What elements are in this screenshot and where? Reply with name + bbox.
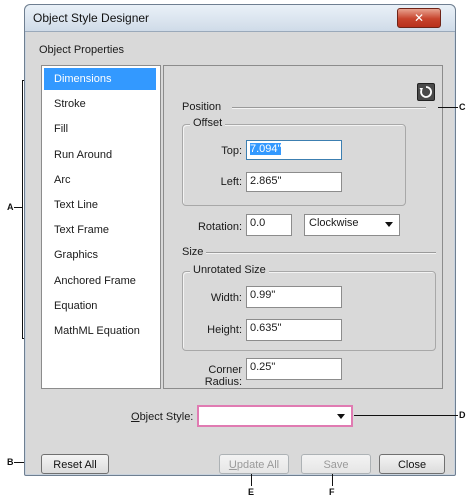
save-button[interactable]: Save bbox=[301, 454, 371, 474]
chevron-down-icon bbox=[385, 222, 393, 227]
sidebar-item-fill[interactable]: Fill bbox=[44, 118, 156, 140]
object-style-label-accel: O bbox=[131, 411, 140, 423]
sidebar-item-anchored-frame[interactable]: Anchored Frame bbox=[44, 270, 156, 292]
update-all-accel: U bbox=[228, 459, 237, 471]
top-value: 7.094" bbox=[250, 143, 282, 155]
property-category-list[interactable]: Dimensions Stroke Fill Run Around Arc Te… bbox=[41, 65, 161, 389]
unrotated-size-legend: Unrotated Size bbox=[190, 264, 269, 276]
refresh-button[interactable] bbox=[417, 83, 435, 101]
callout-label-a: A bbox=[7, 202, 14, 212]
object-style-label-rest: bject Style: bbox=[139, 411, 194, 423]
left-label: Left: bbox=[220, 176, 242, 188]
height-input[interactable]: 0.635" bbox=[246, 319, 342, 341]
size-divider bbox=[206, 252, 436, 254]
rotation-direction-value: Clockwise bbox=[309, 217, 359, 229]
top-input[interactable]: 7.094" bbox=[246, 140, 342, 160]
sidebar-item-text-frame[interactable]: Text Frame bbox=[44, 219, 156, 241]
sidebar-item-stroke[interactable]: Stroke bbox=[44, 93, 156, 115]
height-label: Height: bbox=[207, 324, 242, 336]
width-label: Width: bbox=[210, 292, 242, 304]
rotation-input[interactable]: 0.0 bbox=[246, 214, 292, 236]
position-heading: Position bbox=[182, 101, 222, 113]
sidebar-item-text-line[interactable]: Text Line bbox=[44, 194, 156, 216]
object-style-select[interactable] bbox=[197, 405, 353, 427]
reset-all-button[interactable]: Reset All bbox=[41, 454, 109, 474]
callout-line-a bbox=[14, 207, 22, 208]
callout-line-c bbox=[438, 107, 458, 108]
left-input[interactable]: 2.865" bbox=[246, 172, 342, 192]
chevron-down-icon bbox=[337, 414, 345, 419]
callout-label-f: F bbox=[329, 487, 335, 497]
rotation-label: Rotation: bbox=[197, 221, 242, 233]
size-heading: Size bbox=[182, 246, 204, 258]
title-bar: Object Style Designer ✕ bbox=[25, 5, 455, 32]
position-divider bbox=[232, 107, 426, 109]
corner-radius-input[interactable]: 0.25" bbox=[246, 358, 342, 380]
offset-group bbox=[182, 124, 406, 206]
sidebar-item-dimensions[interactable]: Dimensions bbox=[44, 68, 156, 90]
callout-label-c: C bbox=[459, 102, 466, 112]
callout-line-f bbox=[332, 474, 333, 486]
close-window-button[interactable]: ✕ bbox=[397, 8, 441, 28]
object-style-designer-window: Object Style Designer ✕ Object Propertie… bbox=[24, 4, 456, 476]
sidebar-item-mathml-equation[interactable]: MathML Equation bbox=[44, 320, 156, 342]
callout-line-d bbox=[354, 415, 458, 416]
sidebar-item-run-around[interactable]: Run Around bbox=[44, 144, 156, 166]
corner-radius-label: Corner Radius: bbox=[204, 364, 242, 388]
object-properties-label: Object Properties bbox=[39, 44, 124, 56]
close-icon: ✕ bbox=[413, 11, 425, 25]
sidebar-item-equation[interactable]: Equation bbox=[44, 295, 156, 317]
update-all-label-rest: pdate All bbox=[236, 459, 280, 471]
dimensions-panel: Position Offset Top: 7.094" Left: 2.865"… bbox=[163, 65, 443, 389]
callout-bracket-a bbox=[22, 80, 23, 338]
callout-label-d: D bbox=[459, 410, 466, 420]
offset-legend: Offset bbox=[190, 117, 226, 129]
close-button[interactable]: Close bbox=[379, 454, 445, 474]
callout-label-b: B bbox=[7, 457, 14, 467]
top-label: Top: bbox=[221, 145, 242, 157]
update-all-button[interactable]: Update All bbox=[219, 454, 289, 474]
sidebar-item-arc[interactable]: Arc bbox=[44, 169, 156, 191]
rotation-direction-select[interactable]: Clockwise bbox=[304, 214, 400, 236]
window-title: Object Style Designer bbox=[33, 11, 150, 25]
object-style-label: Object Style: bbox=[131, 411, 193, 423]
callout-line-e bbox=[251, 474, 252, 486]
sidebar-item-graphics[interactable]: Graphics bbox=[44, 244, 156, 266]
callout-label-e: E bbox=[248, 487, 255, 497]
width-input[interactable]: 0.99" bbox=[246, 286, 342, 308]
refresh-icon bbox=[419, 86, 432, 98]
